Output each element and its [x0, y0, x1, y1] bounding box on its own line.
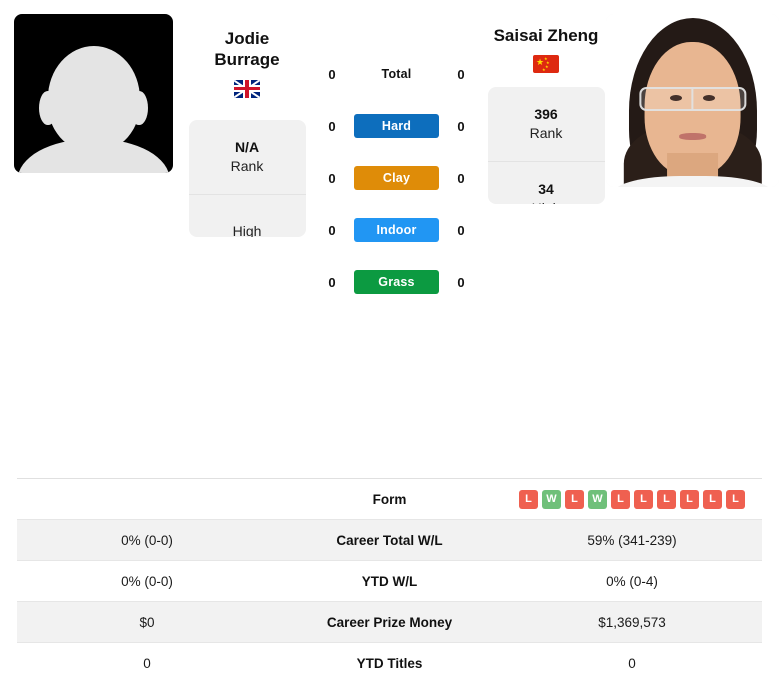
gb-flag-icon	[234, 79, 260, 98]
left-info-rank-value: N/A	[234, 138, 260, 155]
surface-clay-label[interactable]: Clay	[354, 166, 439, 190]
surface-total-label: Total	[381, 67, 412, 81]
form-badge-loss[interactable]: L	[565, 489, 584, 509]
ytd-titles-left-value: 0	[143, 656, 151, 671]
right-info-rank: 396 Rank	[487, 87, 605, 163]
cn-flag-icon: ★ ★ ★ ★ ★	[533, 55, 559, 74]
left-player-name-line1: Jodie	[224, 29, 270, 48]
career-wl-right-value: 59% (341-239)	[587, 532, 677, 548]
ytd-wl-left-value: 0% (0-0)	[121, 573, 173, 589]
career-wl-label: Career Total W/L	[336, 532, 443, 548]
form-row-label: Form	[372, 491, 407, 507]
form-badge-loss[interactable]: L	[611, 489, 630, 509]
right-info-rank-label: Rank	[529, 125, 563, 142]
form-badge-loss[interactable]: L	[680, 489, 699, 509]
left-name-column: Jodie Burrage N/A Rank High 25 Age	[187, 0, 307, 237]
table-row-form: Form LWLWLLLLLL	[17, 479, 762, 520]
form-badge-win[interactable]: W	[542, 489, 561, 509]
surface-comparison-column: 0 Total 0 0 Hard 0 0 Clay 0 0 Indoor 0 0	[307, 0, 486, 294]
left-player-photo	[14, 14, 173, 173]
left-info-card: N/A Rank High 25 Age Plays	[188, 119, 306, 237]
ytd-wl-label: YTD W/L	[361, 573, 418, 589]
prize-money-label: Career Prize Money	[326, 614, 453, 630]
player-portrait-image	[606, 14, 779, 187]
right-info-rank-value: 396	[534, 106, 558, 123]
surface-row-indoor: 0 Indoor 0	[307, 218, 486, 242]
left-info-rank: N/A Rank	[188, 120, 306, 195]
form-badge-loss[interactable]: L	[703, 489, 722, 509]
surface-hard-left-value: 0	[328, 118, 336, 134]
surface-indoor-right-value: 0	[457, 222, 465, 238]
left-player-name-line2: Burrage	[214, 50, 280, 70]
career-wl-left-value: 0% (0-0)	[121, 532, 173, 548]
right-player-name-line1: Saisai Zheng	[493, 26, 599, 45]
form-badges: LWLWLLLLLL	[502, 489, 762, 509]
surface-row-total: 0 Total 0	[307, 62, 486, 86]
left-info-rank-label: Rank	[230, 157, 264, 174]
left-info-high: High	[189, 195, 306, 237]
form-badge-loss[interactable]: L	[657, 489, 676, 509]
ytd-titles-label: YTD Titles	[356, 656, 423, 671]
right-player-card[interactable]: Saisai Zheng 16 Total 0 Slam	[606, 14, 779, 187]
ytd-wl-right-value: 0% (0-4)	[606, 573, 658, 589]
surface-row-clay: 0 Clay 0	[307, 166, 486, 190]
surface-hard-right-value: 0	[457, 118, 465, 134]
right-player-name[interactable]: Saisai Zheng	[494, 25, 599, 46]
surface-row-hard: 0 Hard 0	[307, 114, 486, 138]
compare-header: Jodie Burrage 0 Total 0 Slam	[0, 0, 779, 478]
surface-total-left-value: 0	[328, 66, 336, 82]
surface-clay-right-value: 0	[457, 170, 465, 186]
left-info-high-label: High	[232, 223, 262, 237]
right-info-high-label: High	[532, 199, 561, 204]
form-badge-win[interactable]: W	[588, 489, 607, 509]
right-info-card: 396 Rank 34 High 30 Age R Plays	[487, 87, 605, 205]
surface-grass-left-value: 0	[328, 274, 336, 290]
prize-money-left-value: $0	[139, 614, 155, 630]
form-badge-loss[interactable]: L	[519, 489, 538, 509]
surface-row-grass: 0 Grass 0	[307, 270, 486, 294]
surface-total-right-value: 0	[457, 66, 465, 82]
right-player-panel: Saisai Zheng 16 Total 0 Slam	[606, 0, 779, 187]
surface-indoor-label[interactable]: Indoor	[354, 218, 439, 242]
left-player-card[interactable]: Jodie Burrage 0 Total 0 Slam	[14, 14, 173, 173]
form-badge-loss[interactable]: L	[726, 489, 745, 509]
player-silhouette-icon	[14, 14, 173, 173]
left-player-name[interactable]: Jodie Burrage	[214, 28, 279, 71]
form-right-cell: LWLWLLLLLL	[502, 489, 762, 509]
table-row-ytd-titles: 0 YTD Titles 0	[17, 643, 762, 684]
left-player-panel: Jodie Burrage 0 Total 0 Slam	[0, 0, 187, 173]
surface-clay-left-value: 0	[328, 170, 336, 186]
comparison-stats-table: Form LWLWLLLLLL 0% (0-0) Career Total W/…	[17, 478, 762, 684]
right-name-column: Saisai Zheng ★ ★ ★ ★ ★ 396 Rank 34 High	[486, 0, 606, 205]
right-player-photo	[606, 14, 779, 187]
surface-grass-right-value: 0	[457, 274, 465, 290]
prize-money-right-value: $1,369,573	[598, 614, 666, 630]
right-info-high-value: 34	[538, 181, 554, 198]
table-row-prize-money: $0 Career Prize Money $1,369,573	[17, 602, 762, 643]
surface-hard-label[interactable]: Hard	[354, 114, 439, 138]
right-info-high: 34 High	[488, 162, 605, 204]
form-badge-loss[interactable]: L	[634, 489, 653, 509]
player-comparison-page: Jodie Burrage 0 Total 0 Slam	[0, 0, 779, 699]
surface-grass-label[interactable]: Grass	[354, 270, 439, 294]
ytd-titles-right-value: 0	[628, 656, 636, 671]
table-row-ytd-wl: 0% (0-0) YTD W/L 0% (0-4)	[17, 561, 762, 602]
surface-indoor-left-value: 0	[328, 222, 336, 238]
table-row-career-wl: 0% (0-0) Career Total W/L 59% (341-239)	[17, 520, 762, 561]
